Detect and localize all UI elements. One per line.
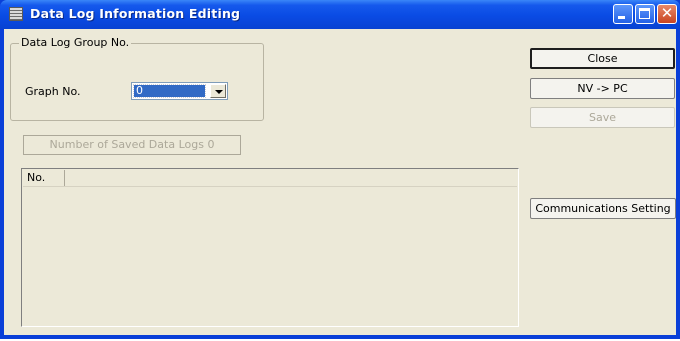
window-title: Data Log Information Editing [30,6,241,21]
column-header-data[interactable] [65,170,519,186]
nv-to-pc-button[interactable]: NV -> PC [530,78,675,99]
column-header-no[interactable]: No. [23,170,65,186]
minimize-button[interactable] [613,4,633,24]
dialog-body: Data Log Group No. Graph No. 0 Number of… [4,29,676,335]
graph-no-label: Graph No. [25,85,81,98]
save-button[interactable]: Save [530,107,675,128]
close-button[interactable]: Close [530,48,675,69]
maximize-button[interactable] [635,4,655,24]
list-header: No. [23,170,517,187]
window-close-button[interactable]: ✕ [657,4,677,24]
maximize-icon [639,8,650,19]
graph-no-selected-value: 0 [133,84,206,98]
title-bar[interactable]: Data Log Information Editing ✕ [0,0,680,29]
chevron-down-icon[interactable] [210,84,226,98]
data-log-list[interactable]: No. [21,168,519,327]
communications-setting-button[interactable]: Communications Setting [530,198,676,219]
dialog-window: Data Log Information Editing ✕ Data Log … [0,0,680,339]
group-box-legend: Data Log Group No. [19,36,132,49]
close-icon: ✕ [660,4,674,22]
minimize-icon [618,16,625,19]
saved-data-logs-count: Number of Saved Data Logs 0 [23,135,241,155]
graph-no-dropdown[interactable]: 0 [131,82,228,100]
app-window-icon [9,7,23,21]
